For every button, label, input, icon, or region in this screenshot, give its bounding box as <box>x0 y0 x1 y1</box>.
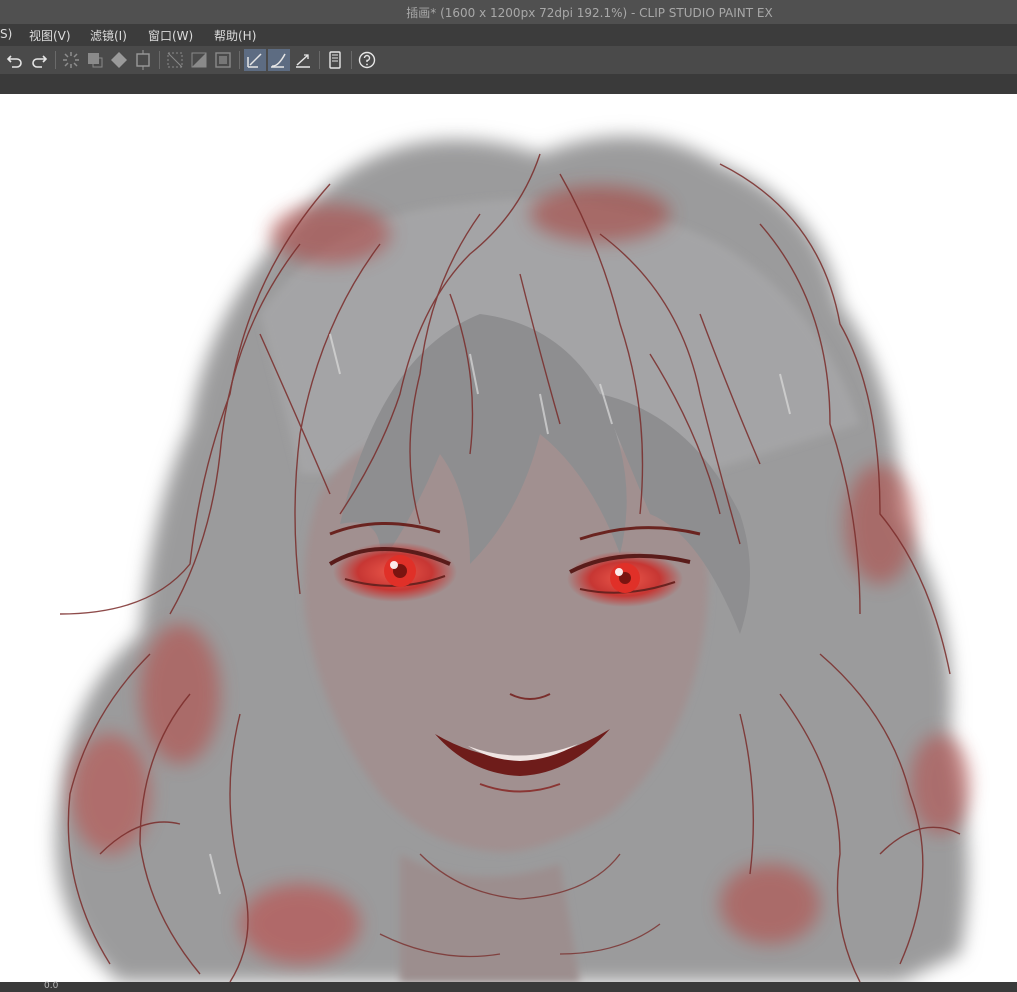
snap-ruler-button[interactable] <box>244 49 266 71</box>
clear-selection-icon <box>167 52 183 68</box>
transform-button[interactable] <box>132 49 154 71</box>
menu-bar: S) 视图(V) 滤镜(I) 窗口(W) 帮助(H) <box>0 24 1017 46</box>
status-bar: 0.0 <box>0 981 1017 992</box>
redo-button[interactable] <box>28 49 50 71</box>
border-icon <box>215 52 231 68</box>
menu-item-window[interactable]: 窗口(W) <box>148 27 193 44</box>
redo-icon <box>32 55 48 68</box>
toolbar-separator <box>239 51 240 69</box>
snap-grid-icon <box>296 54 310 68</box>
invert-selection-button[interactable] <box>188 49 210 71</box>
clear-selection-button[interactable] <box>164 49 186 71</box>
zoom-readout: 0.0 <box>44 981 59 991</box>
toolbar-separator <box>319 51 320 69</box>
tablet-icon <box>329 51 341 69</box>
menu-item-s[interactable]: S) <box>0 27 12 41</box>
transform-icon <box>136 50 150 70</box>
menu-item-filter[interactable]: 滤镜(I) <box>90 27 127 44</box>
menu-item-view[interactable]: 视图(V) <box>29 27 71 44</box>
invert-selection-icon <box>191 52 207 68</box>
loading-icon <box>63 52 79 68</box>
snap-grid-button[interactable] <box>292 49 314 71</box>
tablet-button[interactable] <box>324 49 346 71</box>
snap-special-ruler-button[interactable] <box>268 49 290 71</box>
window-title: 插画* (1600 x 1200px 72dpi 192.1%) - CLIP … <box>406 6 773 20</box>
snap-ruler-icon <box>247 53 262 68</box>
toolbar-separator <box>351 51 352 69</box>
command-bar <box>0 46 1017 74</box>
tab-strip <box>0 74 1017 94</box>
selection-button[interactable] <box>84 49 106 71</box>
fill-button[interactable] <box>108 49 130 71</box>
selection-icon <box>88 53 103 68</box>
help-button[interactable] <box>356 49 378 71</box>
undo-button[interactable] <box>4 49 26 71</box>
drawing-canvas[interactable] <box>0 94 1017 982</box>
snap-special-ruler-icon <box>271 53 286 68</box>
toolbar-separator <box>159 51 160 69</box>
progress-button[interactable] <box>60 49 82 71</box>
border-button[interactable] <box>212 49 234 71</box>
menu-item-help[interactable]: 帮助(H) <box>214 27 256 44</box>
toolbar-separator <box>55 51 56 69</box>
illustration-artwork <box>56 136 970 982</box>
title-bar: 插画* (1600 x 1200px 72dpi 192.1%) - CLIP … <box>0 0 1017 24</box>
help-icon <box>358 51 376 69</box>
undo-icon <box>6 55 22 68</box>
fill-icon <box>111 52 127 68</box>
